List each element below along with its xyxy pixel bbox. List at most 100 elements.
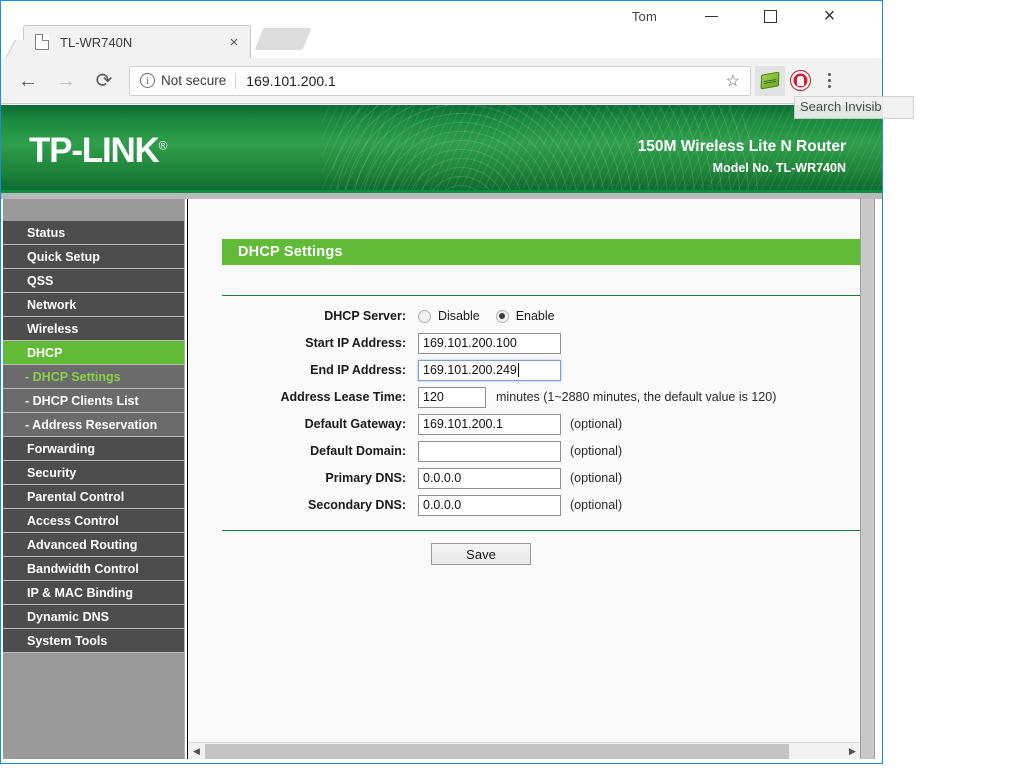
form-row-default-domain: Default Domain: (optional) (222, 438, 875, 464)
address-bar[interactable]: i Not secure 169.101.200.1 ☆ (129, 66, 751, 96)
close-icon: × (824, 6, 836, 26)
omnibox-divider (235, 73, 236, 89)
form-row-start-ip: Start IP Address: 169.101.200.100 (222, 330, 875, 356)
default-domain-input[interactable] (418, 441, 561, 462)
content-inner: DHCP Settings DHCP Server: Disable Enabl… (188, 199, 860, 741)
sidebar-item-status[interactable]: Status (3, 221, 184, 245)
search-invisible-extension-button[interactable] (755, 66, 785, 96)
sidebar-item-dhcp-clients-list[interactable]: - DHCP Clients List (3, 389, 184, 413)
tab-title: TL-WR740N (60, 35, 226, 50)
label-start-ip: Start IP Address: (222, 336, 418, 350)
page-icon (35, 34, 49, 50)
sidebar-item-dhcp[interactable]: DHCP (3, 341, 184, 365)
browser-tab[interactable]: TL-WR740N × (23, 25, 251, 58)
sidebar-item-advanced-routing[interactable]: Advanced Routing (3, 533, 184, 557)
sidebar-item-quick-setup[interactable]: Quick Setup (3, 245, 184, 269)
secondary-dns-note: (optional) (570, 498, 622, 512)
lease-time-input[interactable]: 120 (418, 387, 486, 408)
form-row-primary-dns: Primary DNS: 0.0.0.0 (optional) (222, 465, 875, 491)
sidebar-item-security[interactable]: Security (3, 461, 184, 485)
registered-mark: ® (159, 138, 167, 152)
router-model-number: Model No. TL-WR740N (713, 161, 846, 175)
save-button-row: Save (222, 543, 875, 565)
default-domain-note: (optional) (570, 444, 622, 458)
scroll-left-arrow-icon[interactable]: ◀ (188, 743, 205, 760)
end-ip-value: 169.101.200.249 (423, 363, 517, 377)
sidebar-item-address-reservation[interactable]: - Address Reservation (3, 413, 184, 437)
text-caret (518, 363, 519, 377)
router-banner: TP-LINK® 150M Wireless Lite N Router Mod… (1, 105, 882, 190)
security-label: Not secure (161, 73, 226, 88)
radio-disable-label[interactable]: Disable (438, 309, 480, 323)
label-primary-dns: Primary DNS: (222, 471, 418, 485)
form-row-lease-time: Address Lease Time: 120 minutes (1~2880 … (222, 384, 875, 410)
start-ip-input[interactable]: 169.101.200.100 (418, 333, 561, 354)
default-gateway-note: (optional) (570, 417, 622, 431)
new-tab-button[interactable] (255, 28, 312, 50)
content-frame: DHCP Settings DHCP Server: Disable Enabl… (187, 199, 875, 759)
page-title: DHCP Settings (222, 239, 875, 265)
primary-dns-input[interactable]: 0.0.0.0 (418, 468, 561, 489)
default-gateway-input[interactable]: 169.101.200.1 (418, 414, 561, 435)
divider-top (222, 295, 875, 296)
sidebar-item-wireless[interactable]: Wireless (3, 317, 184, 341)
primary-dns-note: (optional) (570, 471, 622, 485)
form-row-dhcp-server: DHCP Server: Disable Enable (222, 303, 875, 329)
label-secondary-dns: Secondary DNS: (222, 498, 418, 512)
label-lease-time: Address Lease Time: (222, 390, 418, 404)
sidebar-item-system-tools[interactable]: System Tools (3, 629, 184, 653)
form-row-default-gateway: Default Gateway: 169.101.200.1 (optional… (222, 411, 875, 437)
router-admin-page: TP-LINK® 150M Wireless Lite N Router Mod… (1, 105, 882, 763)
info-circle-icon[interactable]: i (140, 73, 155, 88)
url-text[interactable]: 169.101.200.1 (246, 73, 721, 89)
maximize-icon (764, 10, 777, 23)
sidebar-item-network[interactable]: Network (3, 293, 184, 317)
sidebar-item-access-control[interactable]: Access Control (3, 509, 184, 533)
browser-title-bar: Tom × TL-WR740N × (1, 1, 882, 58)
sidebar-item-bandwidth-control[interactable]: Bandwidth Control (3, 557, 184, 581)
brand-text: TP-LINK (29, 131, 159, 170)
tab-close-icon[interactable]: × (226, 34, 242, 50)
sidebar-item-dhcp-settings[interactable]: - DHCP Settings (3, 365, 184, 389)
sidebar-item-parental-control[interactable]: Parental Control (3, 485, 184, 509)
dhcp-server-radio-group: Disable Enable (418, 309, 564, 323)
divider-bottom (222, 530, 875, 531)
scrollbar-track[interactable] (205, 743, 844, 760)
right-edge-strip (860, 199, 875, 759)
scroll-right-arrow-icon[interactable]: ▶ (844, 743, 861, 760)
sidebar-item-dynamic-dns[interactable]: Dynamic DNS (3, 605, 184, 629)
sidebar-item-ip-mac-binding[interactable]: IP & MAC Binding (3, 581, 184, 605)
radio-enable-label[interactable]: Enable (516, 309, 555, 323)
tab-strip: TL-WR740N × (1, 25, 882, 58)
adblock-extension-button[interactable] (785, 66, 815, 96)
extension-tooltip: Search Invisib (794, 96, 914, 119)
bookmark-star-icon[interactable]: ☆ (722, 71, 744, 91)
back-button[interactable]: ← (9, 62, 47, 100)
sidebar-item-qss[interactable]: QSS (3, 269, 184, 293)
profile-name[interactable]: Tom (632, 9, 657, 24)
label-end-ip: End IP Address: (222, 363, 418, 377)
browser-toolbar: ← → ⟳ i Not secure 169.101.200.1 ☆ (1, 58, 882, 104)
stop-hand-icon (791, 71, 810, 90)
router-body: Status Quick Setup QSS Network Wireless … (1, 199, 882, 763)
save-button[interactable]: Save (431, 543, 531, 565)
sidebar: Status Quick Setup QSS Network Wireless … (3, 199, 185, 759)
horizontal-scrollbar[interactable]: ◀ ▶ (188, 742, 861, 759)
lease-time-hint: minutes (1~2880 minutes, the default val… (496, 390, 776, 404)
radio-disable[interactable] (418, 310, 431, 323)
scrollbar-thumb[interactable] (205, 744, 789, 759)
reload-button[interactable]: ⟳ (85, 62, 123, 100)
end-ip-input[interactable]: 169.101.200.249 (418, 360, 561, 381)
radio-enable[interactable] (496, 310, 509, 323)
green-card-icon (761, 72, 780, 90)
sidebar-top-padding (3, 199, 184, 221)
dhcp-settings-form: DHCP Server: Disable Enable Start IP Add… (222, 303, 875, 519)
three-dots-icon[interactable] (815, 66, 843, 96)
forward-button[interactable]: → (47, 62, 85, 100)
page-bottom-strip (1, 760, 882, 763)
label-default-gateway: Default Gateway: (222, 417, 418, 431)
browser-window: Tom × TL-WR740N × ← → ⟳ i Not secure 169… (0, 0, 883, 764)
sidebar-item-forwarding[interactable]: Forwarding (3, 437, 184, 461)
secondary-dns-input[interactable]: 0.0.0.0 (418, 495, 561, 516)
form-row-secondary-dns: Secondary DNS: 0.0.0.0 (optional) (222, 492, 875, 518)
